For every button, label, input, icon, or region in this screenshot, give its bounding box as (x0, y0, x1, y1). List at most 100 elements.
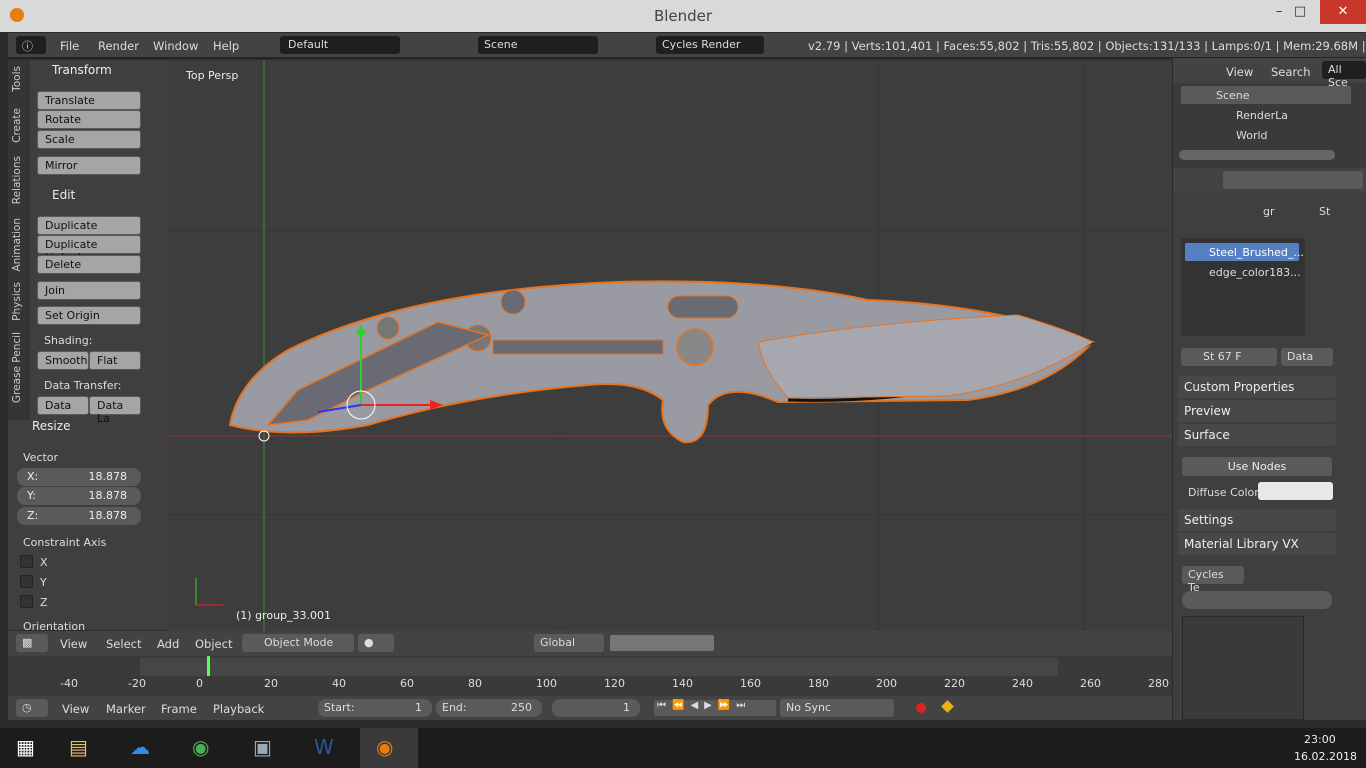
vector-y-field[interactable]: Y: 18.878 (17, 487, 141, 505)
menu-help[interactable]: Help (213, 39, 239, 53)
start-frame-field[interactable]: Start: 1 (318, 699, 432, 717)
smooth-button[interactable]: Smooth (37, 351, 89, 370)
timeline-menu-marker[interactable]: Marker (106, 702, 146, 716)
preview-panel[interactable]: Preview (1178, 400, 1336, 422)
x-label: X: (27, 470, 39, 483)
mirror-button[interactable]: Mirror (37, 156, 141, 175)
scene-item[interactable]: Scene (1216, 89, 1250, 102)
transform-panel-title[interactable]: Transform (52, 63, 112, 77)
outliner-filter-select[interactable]: All Sce (1322, 61, 1366, 89)
scene-select[interactable]: Scene (478, 36, 598, 54)
rotate-button[interactable]: Rotate (37, 110, 141, 129)
shading-select[interactable]: ● (358, 634, 394, 652)
link-data-select[interactable]: Data (1281, 348, 1333, 366)
scale-button[interactable]: Scale (37, 130, 141, 149)
timeline-editor-type-icon[interactable]: ◷ (16, 699, 48, 717)
timeline-menu-playback[interactable]: Playback (213, 702, 264, 716)
duplicate-linked-button[interactable]: Duplicate Linked (37, 235, 141, 264)
keyframe-icon[interactable] (941, 700, 954, 713)
clock-time[interactable]: 23:00 (1304, 733, 1336, 746)
end-frame-field[interactable]: End: 250 (436, 699, 542, 717)
vector-x-field[interactable]: X: 18.878 (17, 468, 141, 486)
current-frame-field[interactable]: 1 (552, 699, 640, 717)
3d-viewport[interactable]: Top Persp (1) group_33.001 (168, 60, 1172, 631)
viewport-menu-view[interactable]: View (60, 637, 87, 651)
timeline[interactable]: -40 -20 0 20 40 60 80 100 120 140 160 180 200 220 240 2… (8, 656, 1172, 696)
menu-window[interactable]: Window (153, 39, 198, 53)
outliner-menu-view[interactable]: View (1226, 65, 1253, 79)
layer-buttons[interactable] (610, 635, 714, 651)
image-viewer-icon[interactable]: ▣ (237, 728, 295, 768)
properties-context-tabs[interactable] (1223, 171, 1363, 189)
word-icon[interactable]: W (298, 728, 356, 768)
menu-file[interactable]: File (60, 39, 79, 53)
edit-panel-title[interactable]: Edit (52, 188, 75, 202)
tab-animation[interactable]: Animation (11, 218, 23, 272)
layout-select[interactable]: Default (280, 36, 400, 54)
viewport-scene[interactable] (168, 60, 1172, 631)
constraint-x-checkbox[interactable] (20, 555, 33, 568)
outliner-scrollbar[interactable] (1179, 150, 1335, 160)
record-icon[interactable] (916, 703, 926, 713)
flat-button[interactable]: Flat (89, 351, 141, 370)
diffuse-color-swatch[interactable] (1258, 482, 1333, 500)
y-label: Y: (27, 489, 36, 502)
file-explorer-icon[interactable]: ▤ (53, 728, 111, 768)
close-icon[interactable]: ✕ (1320, 0, 1366, 24)
material-fake-user: F (1235, 350, 1242, 363)
blender-taskbar-icon[interactable]: ◉ (360, 728, 418, 768)
tab-grease-pencil[interactable]: Grease Pencil (11, 332, 23, 403)
render-engine-select[interactable]: Cycles Render (656, 36, 764, 54)
sync-select[interactable]: No Sync (780, 699, 894, 717)
material-library-panel[interactable]: Material Library VX (1178, 533, 1336, 555)
timeline-tick-label: 280 (1148, 677, 1169, 690)
viewport-menu-select[interactable]: Select (106, 637, 141, 651)
viewport-editor-type-icon[interactable]: ▩ (16, 634, 48, 652)
library-search-field[interactable] (1182, 591, 1332, 609)
tab-physics[interactable]: Physics (11, 282, 23, 321)
tab-create[interactable]: Create (11, 108, 23, 143)
constraint-z-checkbox[interactable] (20, 595, 33, 608)
delete-button[interactable]: Delete (37, 255, 141, 274)
surface-panel[interactable]: Surface (1178, 424, 1336, 446)
vector-z-field[interactable]: Z: 18.878 (17, 507, 141, 525)
cloud-upload-icon[interactable]: ☁ (114, 728, 172, 768)
material-name-field[interactable]: St 67 F (1181, 348, 1277, 366)
material-slot-2[interactable]: edge_color183... (1209, 266, 1301, 279)
outliner-row-scene[interactable] (1181, 86, 1351, 104)
constraint-y-checkbox[interactable] (20, 575, 33, 588)
material-slot-1[interactable]: Steel_Brushed_... (1209, 246, 1304, 259)
viewport-menu-add[interactable]: Add (157, 637, 179, 651)
chrome-icon[interactable]: ◉ (176, 728, 234, 768)
custom-properties-panel[interactable]: Custom Properties (1178, 376, 1336, 398)
timeline-header: ◷ View Marker Frame Playback Start: 1 End… (8, 696, 1172, 720)
join-button[interactable]: Join (37, 281, 141, 300)
tab-tools[interactable]: Tools (11, 66, 23, 92)
resize-panel-title[interactable]: Resize (32, 419, 70, 433)
transform-orientation-select[interactable]: Global (534, 634, 604, 652)
settings-panel[interactable]: Settings (1178, 509, 1336, 531)
editor-type-icon[interactable]: ⓘ (16, 36, 46, 54)
outliner-menu-search[interactable]: Search (1271, 65, 1311, 79)
renderlayers-item[interactable]: RenderLa (1236, 109, 1288, 122)
clock-date[interactable]: 16.02.2018 (1294, 750, 1357, 763)
library-select[interactable]: Cycles Te (1182, 566, 1244, 594)
set-origin-select[interactable]: Set Origin (37, 306, 141, 325)
playback-controls[interactable]: ⏮⏪◀▶⏩⏭ (654, 700, 776, 716)
maximize-icon[interactable]: □ (1278, 0, 1322, 24)
view-axes-icon (195, 578, 223, 606)
tab-relations[interactable]: Relations (11, 156, 23, 204)
use-nodes-button[interactable]: Use Nodes (1182, 457, 1332, 476)
viewport-menu-object[interactable]: Object (195, 637, 232, 651)
world-item[interactable]: World (1236, 129, 1268, 142)
timeline-menu-view[interactable]: View (62, 702, 89, 716)
library-list[interactable] (1182, 616, 1304, 720)
duplicate-button[interactable]: Duplicate (37, 216, 141, 235)
data-layers-button[interactable]: Data La (89, 396, 141, 425)
mode-select[interactable]: Object Mode (242, 634, 354, 652)
translate-button[interactable]: Translate (37, 91, 141, 110)
timeline-menu-frame[interactable]: Frame (161, 702, 197, 716)
data-button[interactable]: Data (37, 396, 89, 415)
menu-render[interactable]: Render (98, 39, 139, 53)
start-icon[interactable]: ▦ (0, 728, 58, 768)
